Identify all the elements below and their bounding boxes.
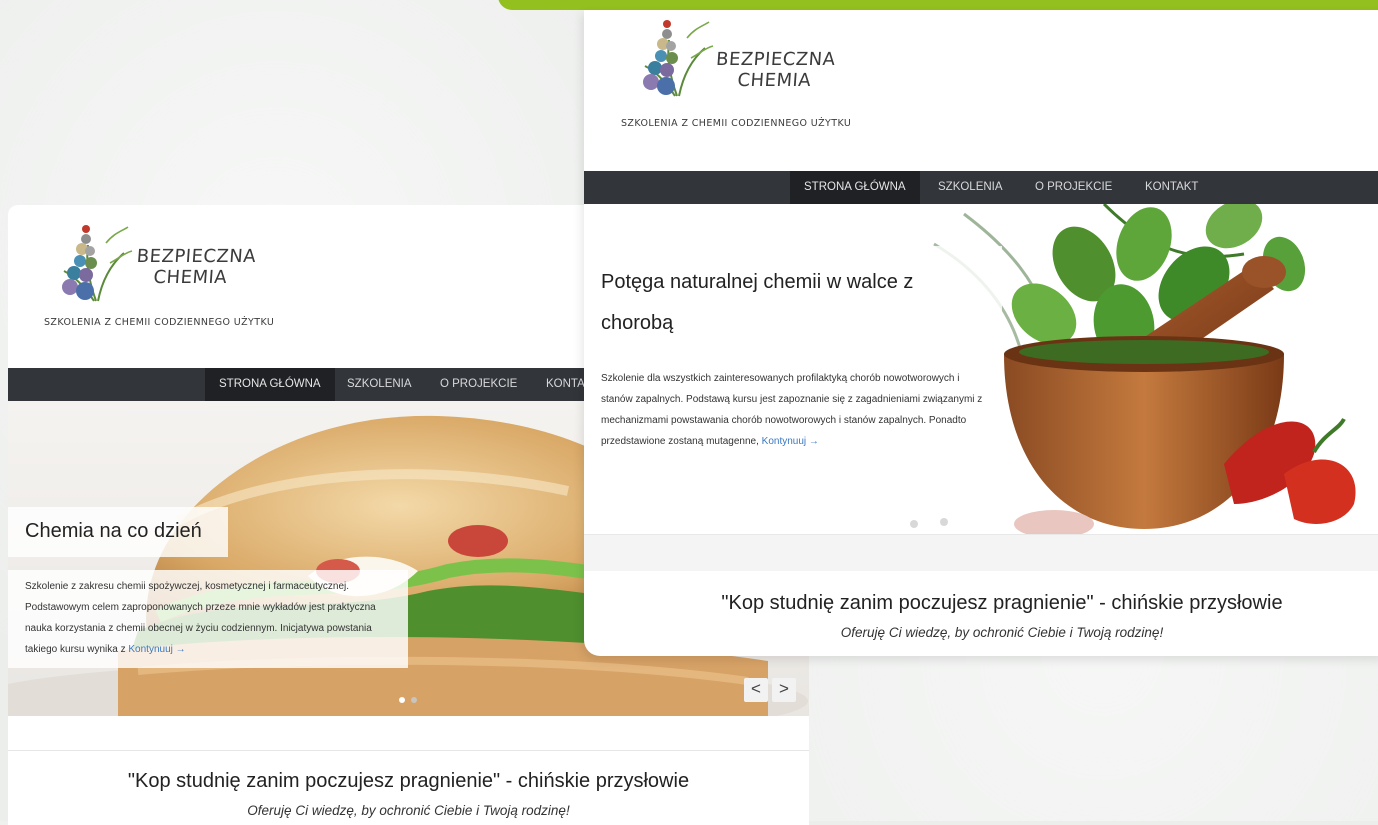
- brand-name-line2: CHEMIA: [152, 266, 228, 288]
- slide-title-panel: Chemia na co dzień: [8, 507, 228, 557]
- brand-tagline: SZKOLENIA Z CHEMII CODZIENNEGO UŻYTKU: [621, 118, 852, 129]
- read-more-link[interactable]: Kontynuuj →: [762, 436, 819, 447]
- slide-title-line2: chorobą: [601, 312, 674, 334]
- quote-text: "Kop studnię zanim poczujesz pragnienie"…: [127, 770, 690, 792]
- brand-tagline: SZKOLENIA Z CHEMII CODZIENNEGO UŻYTKU: [44, 317, 275, 328]
- slide-description: Szkolenie z zakresu chemii spożywczej, k…: [25, 581, 376, 655]
- quote-text: "Kop studnię zanim poczujesz pragnienie"…: [721, 592, 1283, 614]
- nav-item-home[interactable]: STRONA GŁÓWNA: [205, 368, 335, 401]
- slide-text-panel: Szkolenie z zakresu chemii spożywczej, k…: [8, 570, 408, 668]
- site-logo[interactable]: BEZPIECZNA CHEMIA SZKOLENIA Z CHEMII COD…: [621, 18, 919, 129]
- hero-slider: Potęga naturalnej chemii w walce z choro…: [584, 204, 1378, 534]
- slide-title-line1: Potęga naturalnej chemii w walce z: [601, 271, 914, 293]
- brand-name-line1: BEZPIECZNA: [136, 246, 257, 267]
- top-accent-bar: [498, 0, 1378, 10]
- flask-plant-logo-icon: [643, 20, 714, 97]
- divider: [8, 750, 809, 751]
- quote-subtitle: Oferuję Ci wiedzę, by ochronić Ciebie i …: [840, 625, 1164, 640]
- read-more-link[interactable]: Kontynuuj →: [128, 644, 185, 655]
- site-logo[interactable]: BEZPIECZNA CHEMIA SZKOLENIA Z CHEMII COD…: [44, 223, 318, 333]
- slide-content-panel: Potęga naturalnej chemii w walce z choro…: [584, 246, 1002, 534]
- nav-item-trainings[interactable]: SZKOLENIA: [924, 171, 1017, 204]
- nav-item-about[interactable]: O PROJEKCIE: [1021, 171, 1126, 204]
- nav-item-home[interactable]: STRONA GŁÓWNA: [790, 171, 920, 204]
- slide-title: Chemia na co dzień: [25, 520, 202, 542]
- nav-item-trainings[interactable]: SZKOLENIA: [333, 368, 426, 401]
- brand-name-line1: BEZPIECZNA: [715, 49, 837, 70]
- nav-item-about[interactable]: O PROJEKCIE: [426, 368, 531, 401]
- divider-band: [584, 534, 1378, 571]
- flask-plant-logo-icon: [62, 225, 133, 302]
- website-screenshot-herbs: BEZPIECZNA CHEMIA SZKOLENIA Z CHEMII COD…: [584, 10, 1378, 656]
- slider-prev-button[interactable]: <: [744, 678, 768, 702]
- brand-name-line2: CHEMIA: [736, 69, 812, 91]
- slider-dot[interactable]: [411, 697, 417, 703]
- nav-item-contact[interactable]: KONTAKT: [1131, 171, 1212, 204]
- slider-next-button[interactable]: >: [772, 678, 796, 702]
- slider-dot-active[interactable]: [1005, 522, 1011, 528]
- quote-subtitle: Oferuję Ci wiedzę, by ochronić Ciebie i …: [247, 803, 570, 818]
- slider-dot-active[interactable]: [399, 697, 405, 703]
- main-nav: STRONA GŁÓWNA SZKOLENIA O PROJEKCIE KONT…: [584, 171, 1378, 204]
